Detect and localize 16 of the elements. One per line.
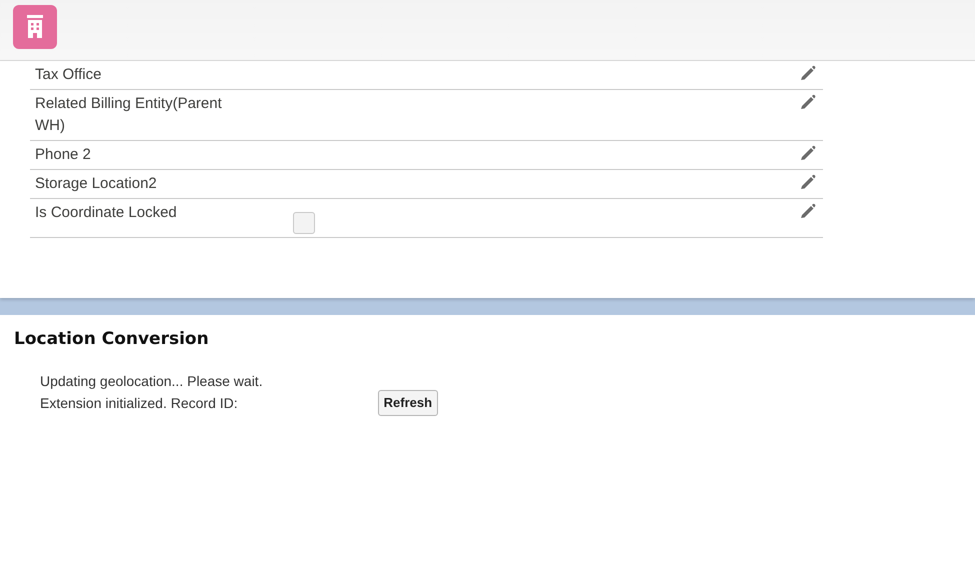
field-label: Phone 2 [35,145,92,165]
pencil-icon[interactable] [799,64,817,82]
pencil-icon[interactable] [799,93,817,111]
field-label: Is Coordinate Locked [35,203,178,223]
status-text: Updating geolocation... Please wait. [40,372,263,391]
building-icon [13,5,57,49]
status-text: Extension initialized. Record ID: [40,394,238,412]
field-label: Related Billing Entity(Parent WH) [35,94,223,136]
pencil-icon[interactable] [799,202,817,220]
pencil-icon[interactable] [799,173,817,191]
section-title: Location Conversion [14,328,210,350]
refresh-button[interactable]: Refresh [378,390,438,416]
pencil-icon[interactable] [799,144,817,162]
checkbox[interactable] [293,212,315,234]
field-label: Tax Office [35,65,102,85]
field-label: Storage Location2 [35,174,158,194]
